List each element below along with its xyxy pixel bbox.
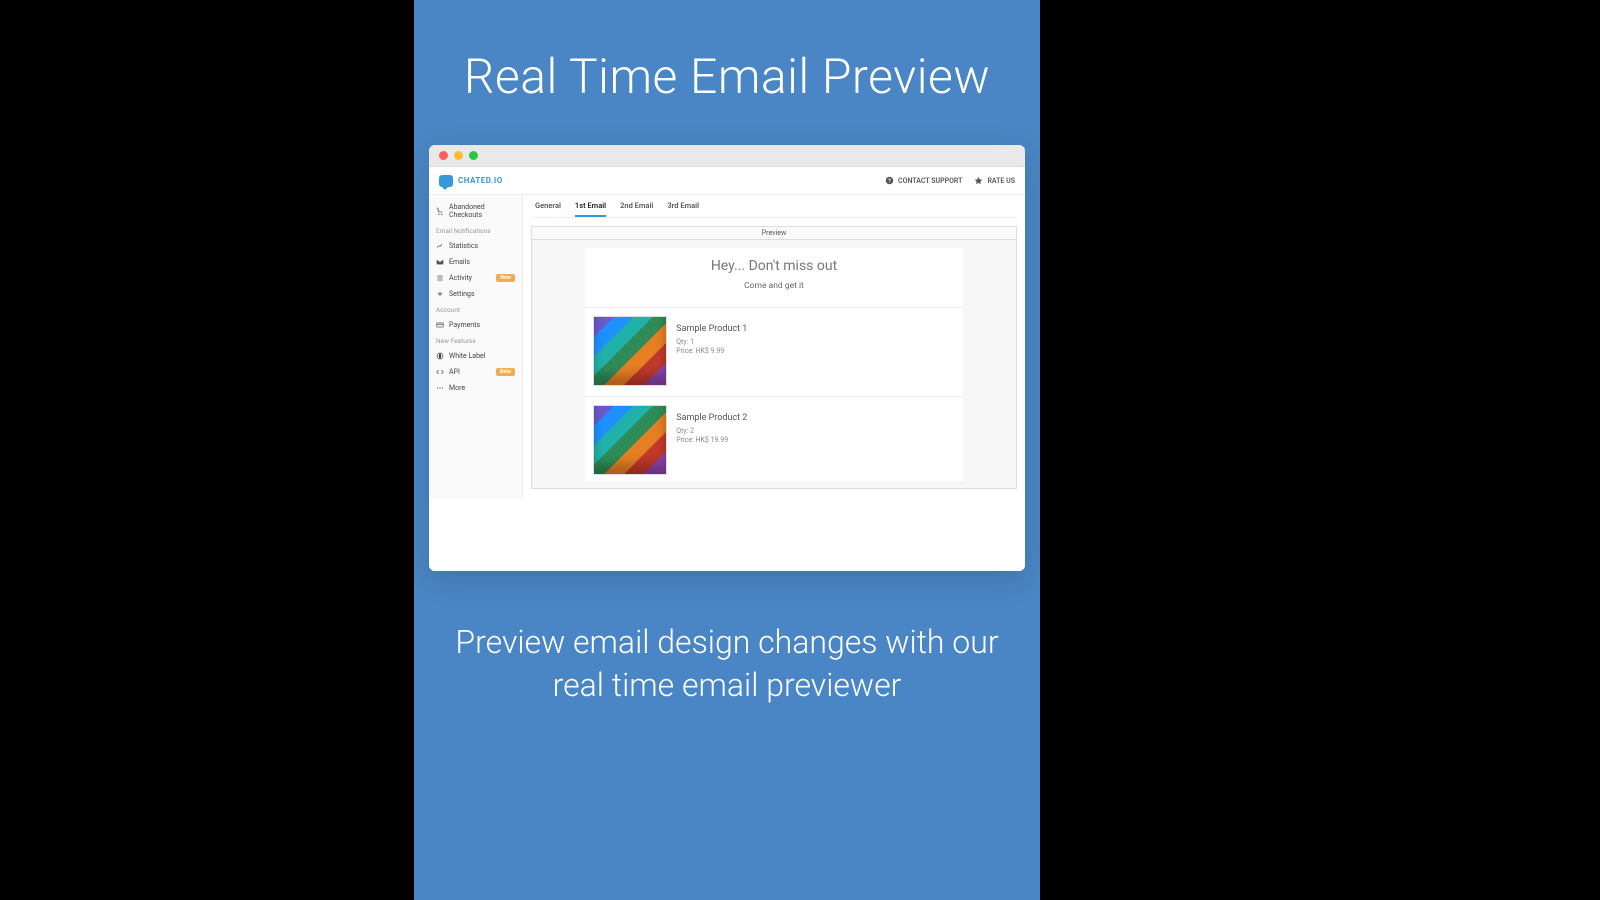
preview-section: Preview Hey... Don't miss out Come and g… <box>531 226 1017 489</box>
help-icon: ? <box>885 176 894 185</box>
sidebar-item-more[interactable]: More <box>429 380 522 396</box>
product-name: Sample Product 1 <box>676 324 747 334</box>
list-icon <box>436 274 444 282</box>
cart-icon <box>436 207 444 215</box>
envelope-icon <box>436 258 444 266</box>
promo-subtitle: Preview email design changes with our re… <box>414 621 1040 707</box>
rate-us-link[interactable]: RATE US <box>974 176 1015 185</box>
product-row: Sample Product 1 Qty: 1 Price: HK$ 9.99 <box>585 307 963 386</box>
sidebar-section-account: Account <box>429 302 522 317</box>
product-qty: Qty: 2 <box>676 427 747 436</box>
sidebar-section-email-notifications: Email Notifications <box>429 223 522 238</box>
brand-name: CHATED.IO <box>458 176 503 185</box>
sidebar-item-activity[interactable]: Activity New <box>429 270 522 286</box>
tab-bar: General 1st Email 2nd Email 3rd Email <box>531 195 1017 218</box>
close-icon[interactable] <box>439 151 448 160</box>
sidebar-item-white-label[interactable]: White Label <box>429 348 522 364</box>
sidebar-item-abandoned-checkouts[interactable]: Abandoned Checkouts <box>429 199 522 223</box>
sidebar-item-payments[interactable]: Payments <box>429 317 522 333</box>
new-badge: New <box>496 274 515 282</box>
email-subheadline: Come and get it <box>585 281 963 291</box>
product-name: Sample Product 2 <box>676 413 747 423</box>
app-header: CHATED.IO ? CONTACT SUPPORT RATE US <box>429 167 1025 195</box>
contact-support-link[interactable]: ? CONTACT SUPPORT <box>885 176 962 185</box>
sidebar-section-new-features: New Features <box>429 333 522 348</box>
browser-mock-window: CHATED.IO ? CONTACT SUPPORT RATE US <box>429 145 1025 571</box>
sidebar-item-label: Settings <box>449 290 475 298</box>
sidebar-item-label: Activity <box>449 274 472 282</box>
product-qty: Qty: 1 <box>676 338 747 347</box>
product-row: Sample Product 2 Qty: 2 Price: HK$ 19.99 <box>585 396 963 475</box>
sidebar-item-label: Emails <box>449 258 470 266</box>
beta-badge: Beta <box>496 368 515 376</box>
maximize-icon[interactable] <box>469 151 478 160</box>
chat-bubble-icon <box>439 175 453 187</box>
contact-support-label: CONTACT SUPPORT <box>898 177 962 185</box>
preview-label: Preview <box>531 226 1017 239</box>
tab-third-email[interactable]: 3rd Email <box>667 201 699 217</box>
product-price: Price: HK$ 19.99 <box>676 436 747 445</box>
star-icon <box>974 176 983 185</box>
sidebar-item-label: Payments <box>449 321 480 329</box>
sidebar-item-statistics[interactable]: Statistics <box>429 238 522 254</box>
product-info: Sample Product 2 Qty: 2 Price: HK$ 19.99 <box>676 405 747 445</box>
globe-icon <box>436 352 444 360</box>
code-icon <box>436 368 444 376</box>
sidebar-item-settings[interactable]: Settings <box>429 286 522 302</box>
product-image <box>593 316 667 386</box>
chart-line-icon <box>436 242 444 250</box>
promo-title: Real Time Email Preview <box>464 48 990 105</box>
email-card: Hey... Don't miss out Come and get it Sa… <box>585 248 963 481</box>
ellipsis-icon <box>436 384 444 392</box>
product-meta: Qty: 1 Price: HK$ 9.99 <box>676 338 747 356</box>
product-price: Price: HK$ 9.99 <box>676 347 747 356</box>
promo-panel: Real Time Email Preview CHATED.IO ? CONT… <box>414 0 1040 900</box>
preview-pane: Hey... Don't miss out Come and get it Sa… <box>531 239 1017 489</box>
sidebar-item-api[interactable]: API Beta <box>429 364 522 380</box>
app-body: Abandoned Checkouts Email Notifications … <box>429 195 1025 499</box>
email-headline: Hey... Don't miss out <box>585 258 963 274</box>
product-meta: Qty: 2 Price: HK$ 19.99 <box>676 427 747 445</box>
sidebar-item-label: White Label <box>449 352 485 360</box>
sidebar-item-label: Statistics <box>449 242 478 250</box>
window-titlebar <box>429 145 1025 167</box>
credit-card-icon <box>436 321 444 329</box>
sidebar-item-label: Abandoned Checkouts <box>449 203 515 219</box>
product-info: Sample Product 1 Qty: 1 Price: HK$ 9.99 <box>676 316 747 356</box>
tab-second-email[interactable]: 2nd Email <box>620 201 653 217</box>
sidebar-item-label: More <box>449 384 465 392</box>
main-panel: General 1st Email 2nd Email 3rd Email Pr… <box>523 195 1025 499</box>
gear-icon <box>436 290 444 298</box>
card-bottom-padding <box>429 499 1025 571</box>
minimize-icon[interactable] <box>454 151 463 160</box>
sidebar-item-label: API <box>449 368 460 376</box>
sidebar: Abandoned Checkouts Email Notifications … <box>429 195 523 499</box>
tab-first-email[interactable]: 1st Email <box>575 201 606 217</box>
product-image <box>593 405 667 475</box>
tab-general[interactable]: General <box>535 201 561 217</box>
sidebar-item-emails[interactable]: Emails <box>429 254 522 270</box>
rate-us-label: RATE US <box>987 177 1015 185</box>
svg-text:?: ? <box>888 178 891 184</box>
brand-logo[interactable]: CHATED.IO <box>439 175 503 187</box>
app-shell: CHATED.IO ? CONTACT SUPPORT RATE US <box>429 167 1025 499</box>
top-links: ? CONTACT SUPPORT RATE US <box>885 176 1015 185</box>
